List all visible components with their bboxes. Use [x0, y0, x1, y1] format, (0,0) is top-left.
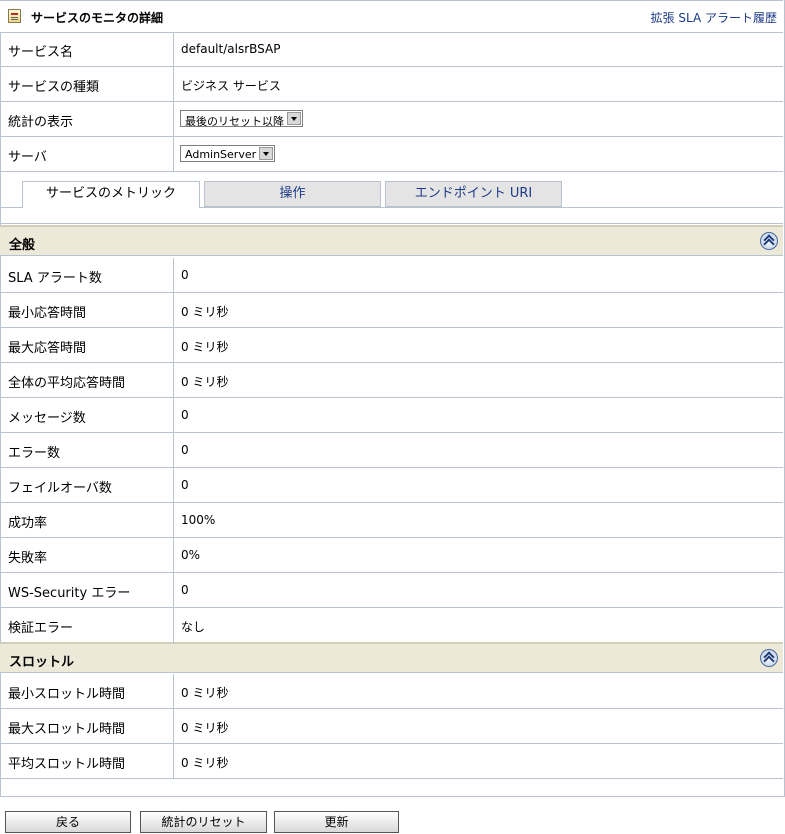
- tab-operations[interactable]: 操作: [204, 181, 381, 207]
- divider: [173, 293, 174, 327]
- extended-sla-alert-history-link[interactable]: 拡張 SLA アラート履歴: [651, 9, 777, 26]
- metric-row: 最大スロットル時間 0 ミリ秒: [0, 709, 783, 744]
- divider: [173, 468, 174, 502]
- metric-row: エラー数 0: [0, 433, 783, 468]
- metric-label: SLA アラート数: [8, 271, 102, 286]
- title-bar: サービスのモニタの詳細 拡張 SLA アラート履歴: [0, 0, 783, 33]
- divider: [173, 433, 174, 467]
- stats-display-row: 統計の表示 最後のリセット以降: [0, 102, 783, 137]
- metric-label: エラー数: [8, 446, 61, 461]
- throttle-section-title: スロットル: [9, 655, 75, 670]
- divider: [173, 744, 174, 778]
- divider: [173, 137, 174, 171]
- server-select[interactable]: AdminServer: [180, 145, 276, 162]
- metric-value: 0 ミリ秒: [181, 756, 229, 770]
- double-chevron-up-icon[interactable]: [760, 232, 778, 250]
- divider: [173, 67, 174, 101]
- metric-value: 0 ミリ秒: [181, 375, 229, 389]
- tab-service-metrics[interactable]: サービスのメトリック: [22, 181, 200, 208]
- metric-value: 0 ミリ秒: [181, 340, 229, 354]
- metric-row: 平均スロットル時間 0 ミリ秒: [0, 744, 783, 779]
- metric-label: 最小スロットル時間: [8, 687, 126, 702]
- service-type-value: ビジネス サービス: [181, 79, 281, 93]
- divider: [173, 608, 174, 642]
- general-section-title: 全般: [9, 238, 36, 253]
- dropdown-arrow-icon[interactable]: [259, 147, 274, 160]
- page-title: サービスのモニタの詳細: [31, 11, 164, 25]
- metric-label: 失敗率: [8, 551, 48, 566]
- service-type-label: サービスの種類: [8, 80, 100, 95]
- tab-endpoint-uri[interactable]: エンドポイント URI: [385, 181, 562, 207]
- metric-row: 失敗率 0%: [0, 538, 783, 573]
- reset-statistics-button[interactable]: 統計のリセット: [140, 811, 267, 833]
- metric-value: 0 ミリ秒: [181, 721, 229, 735]
- metric-value: 0%: [181, 548, 201, 562]
- dropdown-arrow-icon[interactable]: [287, 112, 301, 125]
- stats-display-select[interactable]: 最後のリセット以降: [180, 110, 303, 128]
- metric-row: 成功率 100%: [0, 503, 783, 538]
- metric-row: 最小スロットル時間 0 ミリ秒: [0, 674, 783, 709]
- service-name-row: サービス名 default/alsrBSAP: [0, 32, 783, 67]
- metric-value: 0: [181, 408, 189, 422]
- metric-row: 最小応答時間 0 ミリ秒: [0, 293, 783, 328]
- metric-label: 検証エラー: [8, 621, 74, 636]
- metric-value: 0 ミリ秒: [181, 686, 229, 700]
- divider: [173, 538, 174, 572]
- metric-row: 全体の平均応答時間 0 ミリ秒: [0, 363, 783, 398]
- metric-row: フェイルオーバ数 0: [0, 468, 783, 503]
- metric-label: 全体の平均応答時間: [8, 376, 126, 391]
- back-button[interactable]: 戻る: [5, 811, 131, 833]
- metric-row: SLA アラート数 0: [0, 258, 783, 293]
- service-name-value: default/alsrBSAP: [181, 42, 281, 56]
- double-chevron-up-icon[interactable]: [760, 649, 778, 667]
- metric-label: WS-Security エラー: [8, 586, 131, 601]
- divider: [173, 363, 174, 397]
- divider: [173, 258, 174, 292]
- general-section-header: 全般: [0, 225, 783, 256]
- metric-row: WS-Security エラー 0: [0, 573, 783, 608]
- metric-label: 最大スロットル時間: [8, 722, 126, 737]
- metric-row: メッセージ数 0: [0, 398, 783, 433]
- service-name-label: サービス名: [8, 45, 74, 60]
- divider: [173, 328, 174, 362]
- divider: [173, 503, 174, 537]
- divider: [173, 398, 174, 432]
- metric-value: 0: [181, 583, 189, 597]
- server-row: サーバ AdminServer: [0, 137, 783, 172]
- metric-row: 最大応答時間 0 ミリ秒: [0, 328, 783, 363]
- metric-label: フェイルオーバ数: [8, 481, 112, 496]
- divider: [173, 573, 174, 607]
- metric-label: 成功率: [8, 516, 48, 531]
- metric-label: 最大応答時間: [8, 341, 87, 356]
- metric-value: 0: [181, 268, 189, 282]
- throttle-section-header: スロットル: [0, 642, 783, 673]
- divider: [173, 674, 174, 708]
- server-select-value: AdminServer: [185, 148, 257, 161]
- metric-value: 0: [181, 443, 189, 457]
- metric-label: メッセージ数: [8, 411, 86, 426]
- metric-value: 0: [181, 478, 189, 492]
- refresh-button[interactable]: 更新: [274, 811, 399, 833]
- divider: [173, 709, 174, 743]
- metric-row: 検証エラー なし: [0, 608, 783, 643]
- metric-value: 0 ミリ秒: [181, 305, 229, 319]
- stats-display-label: 統計の表示: [8, 115, 74, 130]
- metric-value: 100%: [181, 513, 216, 527]
- server-label: サーバ: [8, 150, 47, 165]
- monitor-detail-icon: [8, 9, 21, 23]
- metric-label: 平均スロットル時間: [8, 757, 126, 772]
- divider: [173, 102, 174, 136]
- metric-value: なし: [181, 620, 206, 634]
- stats-display-select-value: 最後のリセット以降: [185, 115, 284, 128]
- service-type-row: サービスの種類 ビジネス サービス: [0, 67, 783, 102]
- tab-bar: サービスのメトリック 操作 エンドポイント URI: [0, 171, 783, 224]
- metric-label: 最小応答時間: [8, 306, 87, 321]
- divider: [173, 32, 174, 66]
